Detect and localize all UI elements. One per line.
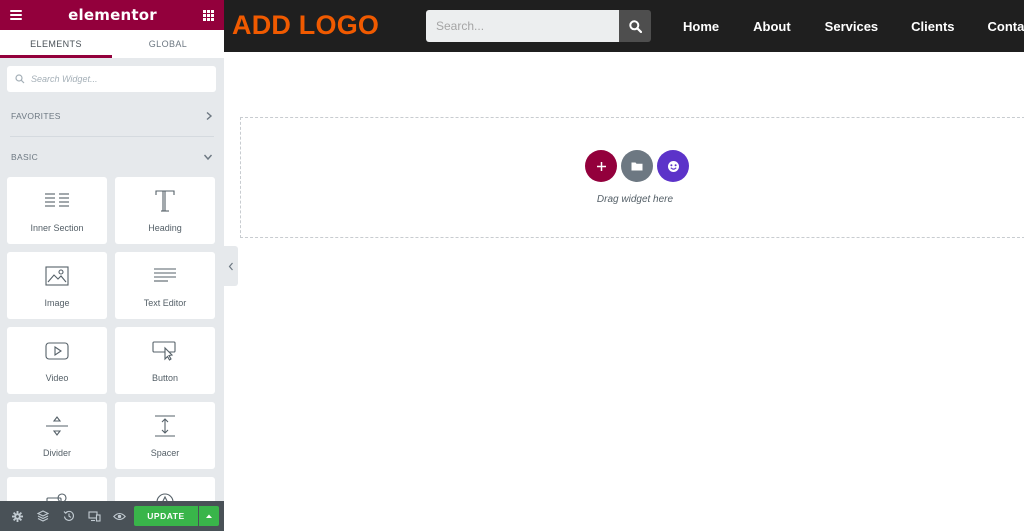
tab-elements[interactable]: ELEMENTS [0,30,112,58]
panel-header: elementor [0,0,224,30]
category-label: FAVORITES [11,111,61,121]
nav-home[interactable]: Home [683,19,719,34]
editor-panel: elementor ELEMENTS GLOBAL FAVORITES BASI… [0,0,224,531]
widget-label: Video [45,373,69,383]
widget-text-editor[interactable]: Text Editor [115,252,215,319]
widget-label: Spacer [150,448,180,458]
widget-search-input[interactable] [31,74,201,84]
panel-footer: UPDATE [0,501,224,531]
inner-section-icon [45,193,69,207]
nav-about[interactable]: About [753,19,791,34]
caret-up-icon [206,514,213,518]
chevron-left-icon [228,262,233,270]
text-editor-icon [154,268,176,282]
menu-icon[interactable] [10,10,22,20]
widget-video[interactable]: Video [7,327,107,394]
update-button[interactable]: UPDATE [133,506,199,526]
widget-divider[interactable]: Divider [7,402,107,469]
add-section-button[interactable] [585,150,617,182]
navigator-layers-icon[interactable] [31,501,57,531]
spacer-icon [155,415,175,437]
panel-collapse-toggle[interactable] [224,246,238,286]
history-icon[interactable] [56,501,82,531]
search-icon [628,19,642,33]
widget-label: Text Editor [143,298,187,308]
widget-search [7,66,216,92]
nav-services[interactable]: Services [825,19,879,34]
widget-spacer[interactable]: Spacer [115,402,215,469]
folder-icon [631,162,643,171]
preview-eye-icon[interactable] [107,501,133,531]
site-search-button[interactable] [619,10,651,42]
add-section-buttons [585,150,689,182]
brand-logo: elementor [68,6,157,24]
category-label: BASIC [11,152,39,162]
site-header: ADD LOGO Home About Services Clients Con… [224,0,1024,52]
widget-label: Button [151,373,179,383]
site-search [426,10,651,42]
nav-clients[interactable]: Clients [911,19,954,34]
divider-icon [46,416,68,436]
widget-label: Divider [42,448,71,458]
widget-grid: Inner Section Heading Image Text Editor … [7,177,216,531]
widget-label: Inner Section [30,223,84,233]
site-logo[interactable]: ADD LOGO [232,10,379,41]
widget-inner-section[interactable]: Inner Section [7,177,107,244]
save-options-button[interactable] [199,506,219,526]
drop-zone-hint: Drag widget here [596,194,674,205]
widget-label: Image [44,298,70,308]
video-icon [45,342,69,360]
nav-contact[interactable]: Contact [988,19,1024,34]
widgets-grid-icon[interactable] [203,9,214,21]
tab-global[interactable]: GLOBAL [112,30,224,58]
site-search-input[interactable] [426,10,619,42]
chevron-down-icon [203,154,213,161]
widget-image[interactable]: Image [7,252,107,319]
image-icon [45,266,69,286]
widget-button[interactable]: Button [115,327,215,394]
category-basic[interactable]: BASIC [0,147,224,167]
panel-tabs: ELEMENTS GLOBAL [0,30,224,58]
button-icon [152,341,176,361]
chevron-right-icon [206,111,213,121]
plus-icon [596,161,606,171]
search-icon [15,74,25,84]
smiley-icon [667,160,679,172]
category-favorites[interactable]: FAVORITES [0,106,224,126]
responsive-mode-icon[interactable] [82,501,108,531]
widget-heading[interactable]: Heading [115,177,215,244]
add-template-button[interactable] [621,150,653,182]
settings-icon[interactable] [5,501,31,531]
category-divider [10,136,214,137]
starter-templates-button[interactable] [657,150,689,182]
main-nav: Home About Services Clients Contact [683,0,1024,52]
heading-icon [155,190,175,212]
widget-label: Heading [148,223,182,233]
